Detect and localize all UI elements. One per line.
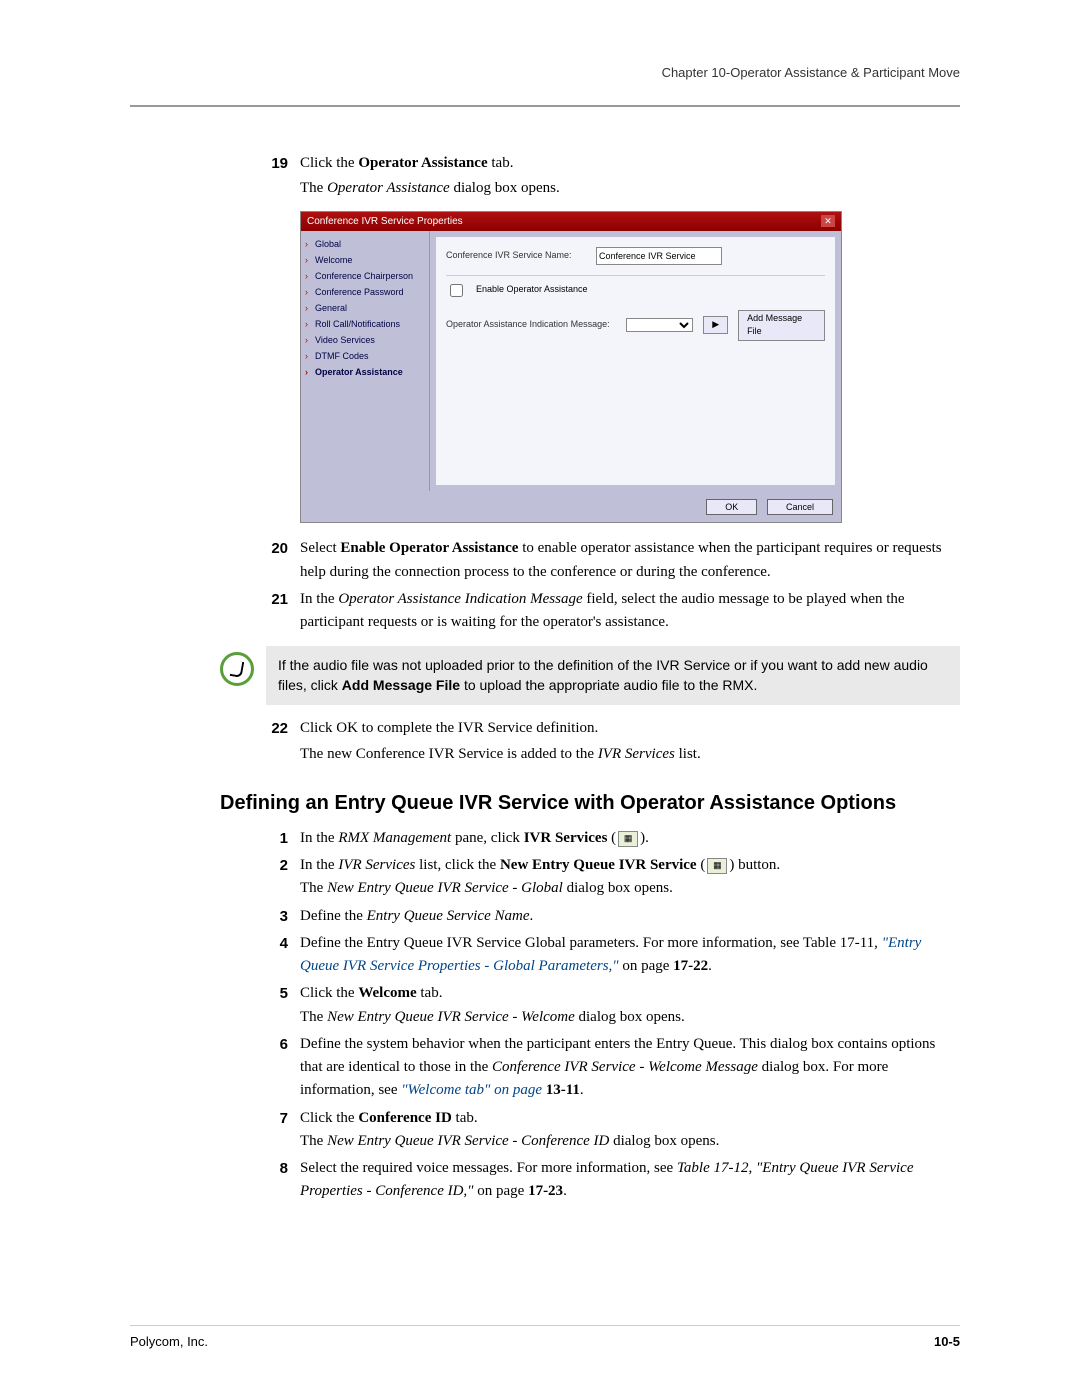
step: 2 In the IVR Services list, click the Ne…	[260, 854, 960, 901]
note-text: If the audio file was not uploaded prior…	[266, 646, 960, 705]
dialog-footer: OK Cancel	[301, 491, 841, 522]
step-number: 22	[260, 717, 300, 768]
field-label: Conference IVR Service Name:	[446, 249, 586, 263]
step-body: In the RMX Management pane, click IVR Se…	[300, 827, 960, 850]
sidebar-item[interactable]: Conference Password	[305, 285, 425, 301]
step-body: Select the required voice messages. For …	[300, 1157, 960, 1204]
step-body: Click the Operator Assistance tab. The O…	[300, 152, 960, 533]
add-message-button[interactable]: Add Message File	[738, 310, 825, 342]
sidebar-item[interactable]: General	[305, 301, 425, 317]
step-number: 1	[260, 827, 300, 850]
step: 4 Define the Entry Queue IVR Service Glo…	[260, 932, 960, 979]
step-body: In the Operator Assistance Indication Me…	[300, 588, 960, 635]
step-text: Click OK to complete the IVR Service def…	[300, 717, 960, 740]
step-body: Define the Entry Queue Service Name.	[300, 905, 960, 928]
dialog-sidebar: Global Welcome Conference Chairperson Co…	[301, 231, 430, 491]
step: 3 Define the Entry Queue Service Name.	[260, 905, 960, 928]
page-number: 10-5	[934, 1334, 960, 1349]
step-body: Click the Welcome tab.The New Entry Queu…	[300, 982, 960, 1029]
sidebar-item[interactable]: Global	[305, 237, 425, 253]
header-divider	[130, 105, 960, 107]
step: 6 Define the system behavior when the pa…	[260, 1033, 960, 1103]
step: 1 In the RMX Management pane, click IVR …	[260, 827, 960, 850]
step-text: Click the Operator Assistance tab.	[300, 152, 960, 175]
step-number: 8	[260, 1157, 300, 1204]
footer-company: Polycom, Inc.	[130, 1334, 208, 1349]
sidebar-item[interactable]: Roll Call/Notifications	[305, 317, 425, 333]
step: 8 Select the required voice messages. Fo…	[260, 1157, 960, 1204]
step-body: In the IVR Services list, click the New …	[300, 854, 960, 901]
step-number: 2	[260, 854, 300, 901]
ok-button[interactable]: OK	[706, 499, 757, 515]
dialog-main: Conference IVR Service Name: Enable Oper…	[436, 237, 835, 485]
note-icon	[220, 652, 254, 686]
step-number: 20	[260, 537, 300, 584]
step-number: 7	[260, 1107, 300, 1154]
play-button[interactable]: ▶	[703, 316, 728, 334]
cancel-button[interactable]: Cancel	[767, 499, 833, 515]
close-icon[interactable]: ✕	[821, 215, 835, 227]
step-number: 5	[260, 982, 300, 1029]
service-name-input[interactable]	[596, 247, 722, 265]
field-label: Operator Assistance Indication Message:	[446, 318, 616, 332]
step-number: 3	[260, 905, 300, 928]
step-number: 6	[260, 1033, 300, 1103]
note-box: If the audio file was not uploaded prior…	[220, 646, 960, 705]
chapter-reference: Chapter 10-Operator Assistance & Partici…	[130, 65, 960, 80]
step-body: Click the Conference ID tab.The New Entr…	[300, 1107, 960, 1154]
step-body: Select Enable Operator Assistance to ena…	[300, 537, 960, 584]
step: 19 Click the Operator Assistance tab. Th…	[260, 152, 960, 533]
sidebar-item[interactable]: Conference Chairperson	[305, 269, 425, 285]
step-text: The Operator Assistance dialog box opens…	[300, 177, 960, 200]
step-number: 4	[260, 932, 300, 979]
sidebar-item[interactable]: Video Services	[305, 333, 425, 349]
step: 7 Click the Conference ID tab.The New En…	[260, 1107, 960, 1154]
sidebar-item[interactable]: DTMF Codes	[305, 349, 425, 365]
step-body: Click OK to complete the IVR Service def…	[300, 717, 960, 768]
sidebar-item-active[interactable]: Operator Assistance	[305, 365, 425, 381]
step-number: 21	[260, 588, 300, 635]
step-body: Define the system behavior when the part…	[300, 1033, 960, 1103]
dialog-screenshot: Conference IVR Service Properties ✕ Glob…	[300, 211, 842, 524]
page-footer: Polycom, Inc. 10-5	[130, 1325, 960, 1349]
section-heading: Defining an Entry Queue IVR Service with…	[220, 792, 960, 815]
enable-checkbox[interactable]	[450, 284, 463, 297]
step: 22 Click OK to complete the IVR Service …	[260, 717, 960, 768]
dialog-title: Conference IVR Service Properties	[307, 214, 463, 230]
indication-select[interactable]	[626, 318, 693, 332]
sidebar-item[interactable]: Welcome	[305, 253, 425, 269]
step: 20 Select Enable Operator Assistance to …	[260, 537, 960, 584]
dialog-titlebar: Conference IVR Service Properties ✕	[301, 212, 841, 232]
step: 5 Click the Welcome tab.The New Entry Qu…	[260, 982, 960, 1029]
step-text: The new Conference IVR Service is added …	[300, 743, 960, 766]
step-body: Define the Entry Queue IVR Service Globa…	[300, 932, 960, 979]
step: 21 In the Operator Assistance Indication…	[260, 588, 960, 635]
checkbox-label: Enable Operator Assistance	[476, 283, 588, 297]
step-number: 19	[260, 152, 300, 533]
